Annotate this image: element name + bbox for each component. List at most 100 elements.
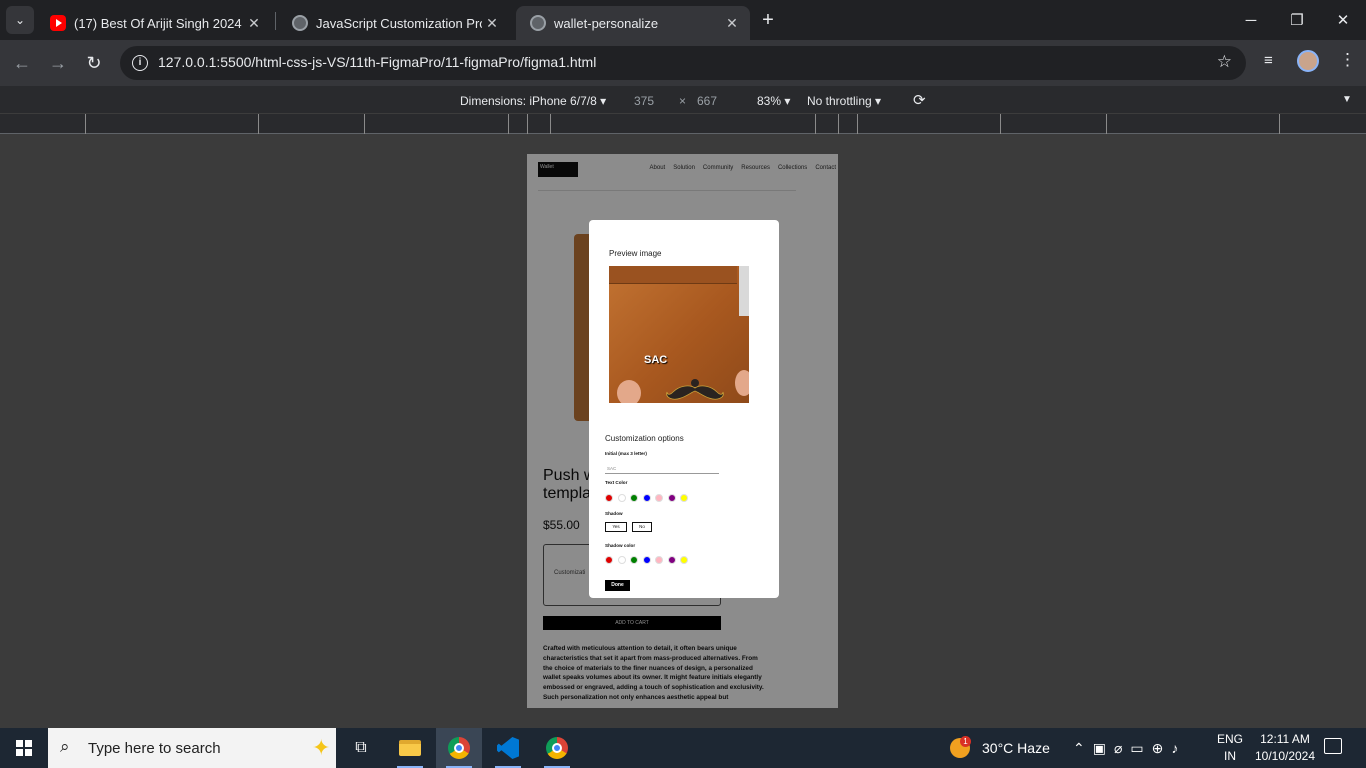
text-color-purple[interactable] [667, 494, 676, 502]
tab-title: wallet-personalize [554, 15, 659, 31]
times-label: × [679, 94, 687, 108]
weather-badge: 1 [960, 736, 971, 747]
globe-icon [530, 15, 546, 31]
shadow-color-label: Shadow color [605, 543, 636, 548]
tab-title: (17) Best Of Arijit Singh 2024 | A [74, 15, 244, 31]
weather-widget[interactable]: 1 30°C Haze [950, 728, 1050, 768]
text-color-green[interactable] [630, 494, 638, 502]
shadow-color-purple[interactable] [667, 556, 676, 564]
shadow-color-red[interactable] [605, 556, 613, 564]
speaker-icon[interactable]: ♪ [1171, 740, 1178, 756]
close-icon[interactable]: ✕ [482, 15, 502, 32]
taskbar-search[interactable]: ⌕ Type here to search ✦ [48, 728, 336, 768]
device-toolbar: Dimensions: iPhone 6/7/8 ▾ 375 × 667 83%… [0, 86, 1366, 114]
height-input[interactable]: 667 [697, 94, 717, 108]
system-clock[interactable]: 12:11 AM 10/10/2024 [1249, 731, 1321, 765]
zoom-select[interactable]: 83% ▾ [757, 94, 790, 108]
shadow-color-white[interactable] [617, 556, 626, 564]
back-arrow-icon[interactable]: ← [9, 50, 35, 76]
network-icon[interactable]: ⊕ [1152, 740, 1164, 757]
weather-icon: 1 [950, 736, 971, 758]
file-explorer-button[interactable] [387, 728, 433, 768]
reload-icon[interactable]: ↻ [81, 50, 107, 76]
media-controls-icon[interactable]: ≡ [1264, 52, 1273, 69]
text-color-red[interactable] [605, 494, 613, 502]
shadow-color-pink[interactable] [655, 556, 663, 564]
text-color-pink[interactable] [655, 494, 663, 502]
weather-text: 30°C Haze [982, 740, 1050, 756]
meet-now-icon[interactable]: ▣ [1093, 740, 1106, 757]
initial-input[interactable]: SAC [605, 464, 719, 474]
throttling-select[interactable]: No throttling ▾ [807, 94, 881, 108]
media-query-ruler [0, 114, 1366, 134]
close-window-button[interactable]: ✕ [1320, 0, 1366, 40]
width-input[interactable]: 375 [634, 94, 654, 108]
chevron-up-icon[interactable]: ⌃ [1073, 740, 1085, 757]
lang-top: ENG [1217, 732, 1244, 746]
shadow-color-blue[interactable] [642, 556, 651, 564]
lang-bottom: IN [1224, 749, 1236, 763]
shadow-color-yellow[interactable] [680, 556, 688, 564]
globe-icon [292, 15, 308, 31]
chrome-taskbar-button-2[interactable] [534, 728, 580, 768]
clock-time: 12:11 AM [1260, 732, 1310, 746]
windows-taskbar: ⌕ Type here to search ✦ ⧉ 1 30°C Haze ⌃ … [0, 728, 1366, 768]
vscode-icon [497, 737, 519, 759]
device-select[interactable]: Dimensions: iPhone 6/7/8 ▾ [460, 94, 606, 108]
tab-search-button[interactable]: ⌄ [6, 6, 34, 34]
rotate-icon[interactable]: ⟳ [913, 91, 926, 109]
address-bar[interactable]: i 127.0.0.1:5500/html-css-js-VS/11th-Fig… [120, 46, 1246, 80]
folder-icon [399, 740, 421, 756]
done-button[interactable]: Done [605, 580, 630, 591]
close-icon[interactable]: ✕ [244, 15, 264, 32]
emulated-viewport: Wallet About Solution Community Resource… [527, 154, 838, 708]
wallet-preview-image: SAC [609, 266, 749, 403]
sparkle-icon: ✦ [312, 735, 331, 760]
shadow-yes-button[interactable]: Yes [605, 522, 627, 532]
tab-javascript-customization[interactable]: JavaScript Customization Projec ✕ [278, 6, 510, 40]
text-color-white[interactable] [617, 494, 626, 502]
profile-avatar[interactable] [1297, 50, 1319, 72]
kebab-menu-icon[interactable]: ⋮ [1339, 50, 1356, 70]
new-tab-button[interactable]: + [758, 9, 778, 31]
chrome-icon [546, 737, 568, 759]
preview-title: Preview image [609, 249, 662, 258]
tab-wallet-personalize[interactable]: wallet-personalize ✕ [516, 6, 750, 40]
preview-initials: SAC [644, 354, 668, 366]
battery-icon[interactable]: ▭ [1130, 740, 1143, 757]
chrome-taskbar-button[interactable] [436, 728, 482, 768]
chrome-icon [448, 737, 470, 759]
more-options-icon[interactable]: ▼ [1342, 94, 1352, 105]
restore-button[interactable]: ❐ [1274, 0, 1320, 40]
text-color-swatches [605, 494, 688, 502]
shadow-label: Shadow [605, 511, 623, 516]
url-text[interactable]: 127.0.0.1:5500/html-css-js-VS/11th-Figma… [158, 54, 596, 70]
minimize-button[interactable]: ─ [1228, 0, 1274, 40]
system-tray: ⌃ ▣ ⌀ ▭ ⊕ ♪ [1073, 728, 1178, 768]
vscode-taskbar-button[interactable] [485, 728, 531, 768]
close-icon[interactable]: ✕ [722, 15, 742, 32]
text-color-yellow[interactable] [680, 494, 688, 502]
search-placeholder: Type here to search [88, 740, 221, 757]
mic-muted-icon[interactable]: ⌀ [1114, 740, 1122, 757]
browser-toolbar: ← → ↻ i 127.0.0.1:5500/html-css-js-VS/11… [0, 40, 1366, 86]
clock-date: 10/10/2024 [1254, 749, 1316, 763]
notification-icon[interactable] [1324, 738, 1342, 754]
shadow-color-green[interactable] [630, 556, 638, 564]
search-icon: ⌕ [60, 737, 70, 756]
tab-strip: ⌄ (17) Best Of Arijit Singh 2024 | A ✕ J… [0, 0, 1366, 40]
shadow-color-swatches [605, 556, 688, 564]
language-indicator[interactable]: ENG IN [1217, 731, 1243, 765]
site-info-icon[interactable]: i [132, 55, 148, 71]
task-view-icon: ⧉ [355, 739, 367, 756]
customization-title: Customization options [605, 434, 684, 443]
task-view-button[interactable]: ⧉ [338, 728, 384, 768]
mustache-icon [666, 379, 724, 400]
windows-start-icon[interactable] [16, 740, 32, 756]
tab-divider [275, 12, 276, 30]
shadow-no-button[interactable]: No [632, 522, 652, 532]
bookmark-star-icon[interactable]: ☆ [1217, 52, 1232, 72]
forward-arrow-icon[interactable]: → [45, 50, 71, 76]
text-color-blue[interactable] [642, 494, 651, 502]
tab-youtube[interactable]: (17) Best Of Arijit Singh 2024 | A ✕ [36, 6, 272, 40]
